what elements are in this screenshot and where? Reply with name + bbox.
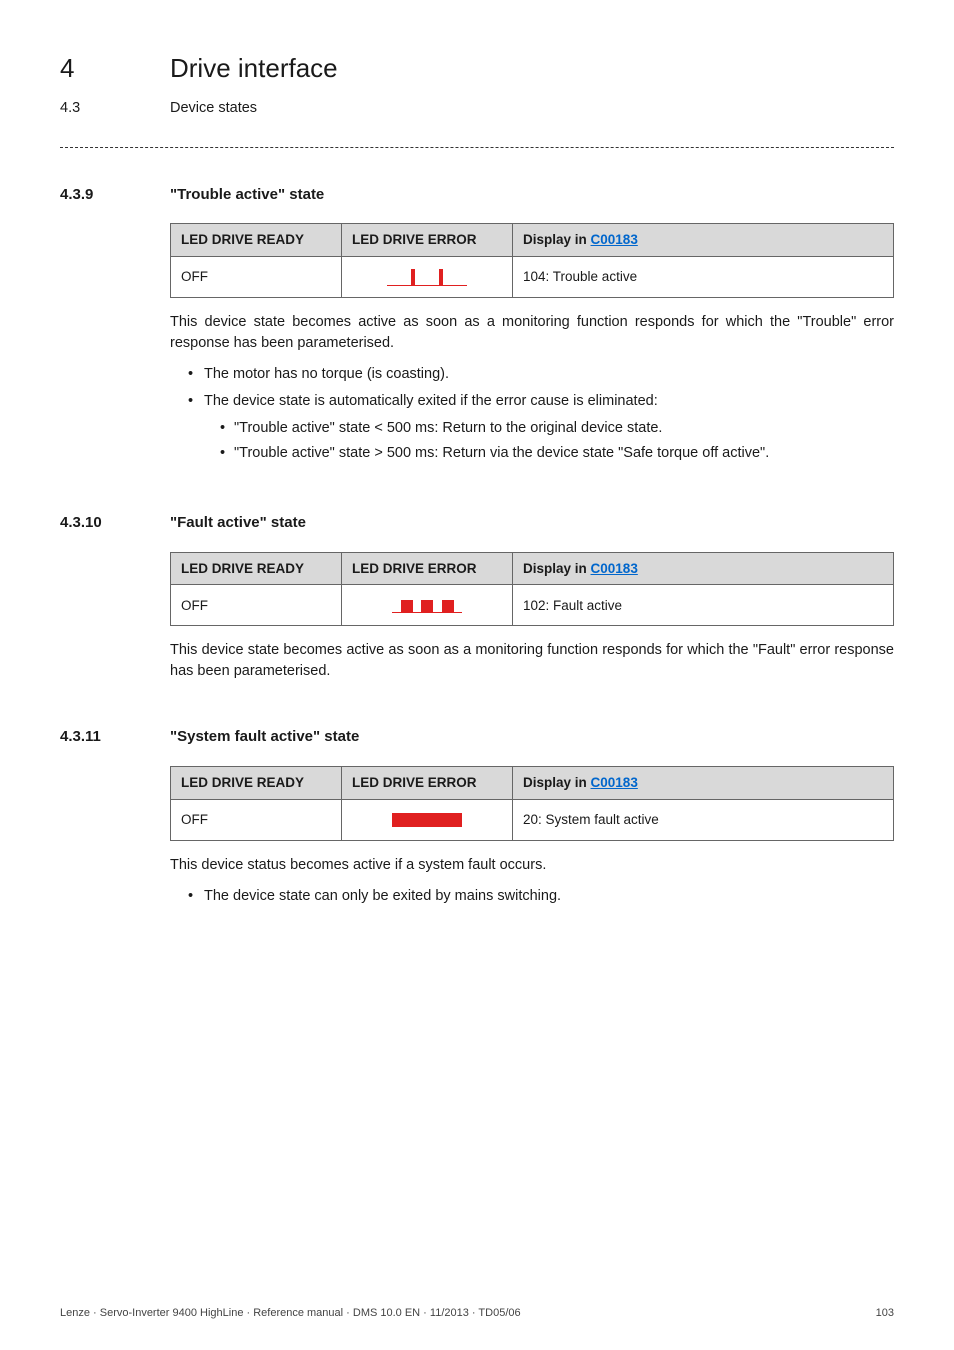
section-number: 4.3.11 bbox=[60, 726, 170, 748]
th-display: Display in C00183 bbox=[513, 552, 894, 585]
list-item: The device state is automatically exited… bbox=[188, 391, 894, 464]
section-paragraph: This device status becomes active if a s… bbox=[170, 855, 894, 876]
section-title: "Trouble active" state bbox=[170, 184, 324, 206]
link-c00183[interactable]: C00183 bbox=[591, 561, 638, 576]
state-table: LED DRIVE READY LED DRIVE ERROR Display … bbox=[170, 223, 894, 298]
td-display: 20: System fault active bbox=[513, 799, 894, 840]
led-solid-icon bbox=[392, 813, 462, 827]
footer-page-number: 103 bbox=[876, 1306, 894, 1322]
chapter-number: 4 bbox=[60, 50, 170, 88]
td-display: 104: Trouble active bbox=[513, 257, 894, 298]
td-led-ready: OFF bbox=[171, 585, 342, 626]
th-led-error: LED DRIVE ERROR bbox=[342, 224, 513, 257]
footer-left: Lenze · Servo-Inverter 9400 HighLine · R… bbox=[60, 1306, 521, 1322]
td-led-error bbox=[342, 799, 513, 840]
th-led-ready: LED DRIVE READY bbox=[171, 552, 342, 585]
list-item-text: The device state is automatically exited… bbox=[204, 393, 658, 409]
th-led-ready: LED DRIVE READY bbox=[171, 767, 342, 800]
section-paragraph: This device state becomes active as soon… bbox=[170, 312, 894, 354]
td-display: 102: Fault active bbox=[513, 585, 894, 626]
divider bbox=[60, 147, 894, 148]
chapter-title: Drive interface bbox=[170, 50, 338, 88]
list-item: The motor has no torque (is coasting). bbox=[188, 364, 894, 385]
state-table: LED DRIVE READY LED DRIVE ERROR Display … bbox=[170, 552, 894, 627]
led-fault-icon bbox=[392, 598, 462, 613]
subchapter-number: 4.3 bbox=[60, 98, 170, 119]
th-led-error: LED DRIVE ERROR bbox=[342, 552, 513, 585]
state-table: LED DRIVE READY LED DRIVE ERROR Display … bbox=[170, 766, 894, 841]
th-display-prefix: Display in bbox=[523, 775, 591, 790]
section-paragraph: This device state becomes active as soon… bbox=[170, 640, 894, 682]
th-led-ready: LED DRIVE READY bbox=[171, 224, 342, 257]
td-led-ready: OFF bbox=[171, 257, 342, 298]
th-display: Display in C00183 bbox=[513, 224, 894, 257]
th-display: Display in C00183 bbox=[513, 767, 894, 800]
list-item-text: "Trouble active" state < 500 ms: Return … bbox=[234, 420, 662, 436]
list-item-text: "Trouble active" state > 500 ms: Return … bbox=[234, 445, 769, 461]
section-number: 4.3.9 bbox=[60, 184, 170, 206]
list-item-text: The device state can only be exited by m… bbox=[204, 888, 561, 904]
subchapter-title: Device states bbox=[170, 98, 257, 119]
link-c00183[interactable]: C00183 bbox=[591, 232, 638, 247]
td-led-ready: OFF bbox=[171, 799, 342, 840]
list-item: "Trouble active" state > 500 ms: Return … bbox=[220, 443, 894, 464]
th-led-error: LED DRIVE ERROR bbox=[342, 767, 513, 800]
list-item: The device state can only be exited by m… bbox=[188, 886, 894, 907]
th-display-prefix: Display in bbox=[523, 232, 591, 247]
td-led-error bbox=[342, 585, 513, 626]
list-item: "Trouble active" state < 500 ms: Return … bbox=[220, 418, 894, 439]
link-c00183[interactable]: C00183 bbox=[591, 775, 638, 790]
section-title: "Fault active" state bbox=[170, 512, 306, 534]
section-number: 4.3.10 bbox=[60, 512, 170, 534]
list-item-text: The motor has no torque (is coasting). bbox=[204, 366, 449, 382]
section-title: "System fault active" state bbox=[170, 726, 359, 748]
td-led-error bbox=[342, 257, 513, 298]
th-display-prefix: Display in bbox=[523, 561, 591, 576]
led-trouble-icon bbox=[387, 269, 467, 286]
